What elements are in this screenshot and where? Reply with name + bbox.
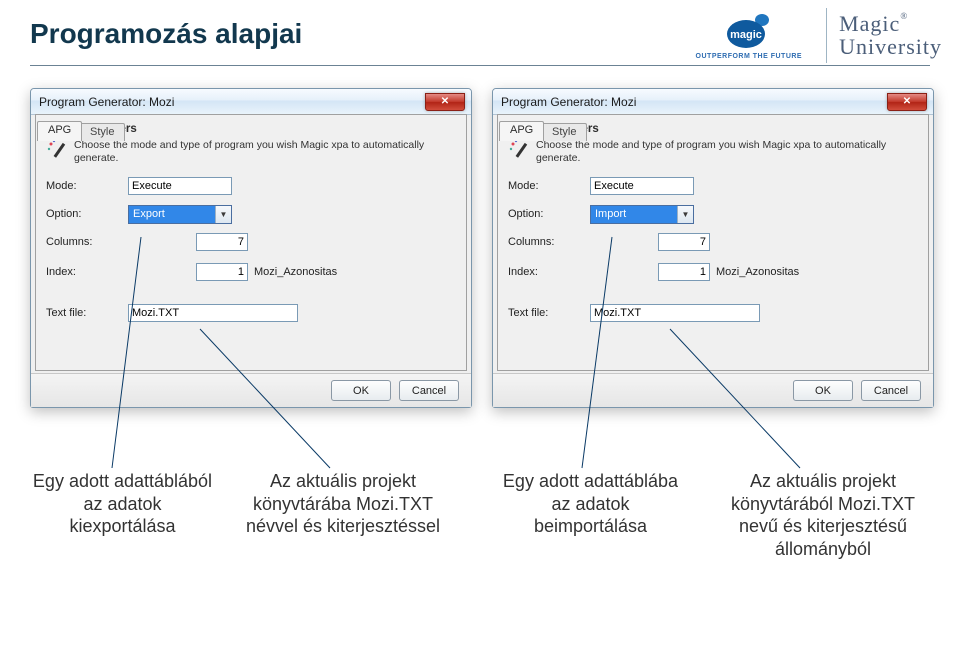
tab-style[interactable]: Style — [79, 123, 125, 141]
option-value: Import — [591, 206, 677, 223]
index-number-field[interactable] — [196, 263, 248, 281]
tab-style[interactable]: Style — [541, 123, 587, 141]
section-description: Choose the mode and type of program you … — [536, 139, 918, 164]
dialog-title: Program Generator: Mozi — [39, 95, 425, 109]
close-button[interactable]: ✕ — [887, 93, 927, 111]
magic-tagline: OUTPERFORM THE FUTURE — [696, 53, 803, 60]
magic-university-logo: Magic® University — [839, 12, 942, 58]
titlebar[interactable]: Program Generator: Mozi ✕ — [31, 89, 471, 115]
option-combo[interactable]: Import ▼ — [590, 205, 694, 224]
ok-button[interactable]: OK — [331, 380, 391, 401]
program-generator-dialog-export: Program Generator: Mozi ✕ APG Style APG … — [30, 88, 472, 408]
index-label: Index: — [508, 266, 590, 278]
mode-field[interactable] — [590, 177, 694, 195]
textfile-field[interactable] — [128, 304, 298, 322]
wand-icon — [508, 139, 530, 161]
index-name: Mozi_Azonositas — [248, 266, 456, 278]
columns-label: Columns: — [46, 236, 128, 248]
index-name: Mozi_Azonositas — [710, 266, 918, 278]
close-icon: ✕ — [903, 96, 911, 107]
program-generator-dialog-import: Program Generator: Mozi ✕ APG Style APG … — [492, 88, 934, 408]
svg-text:magic: magic — [730, 29, 762, 41]
caption-export-file: Az aktuális projekt könyvtárába Mozi.TXT… — [243, 470, 443, 560]
close-button[interactable]: ✕ — [425, 93, 465, 111]
chevron-down-icon: ▼ — [215, 206, 231, 223]
option-label: Option: — [46, 208, 128, 220]
dialog-footer: OK Cancel — [31, 373, 471, 407]
caption-import-file: Az aktuális projekt könyvtárából Mozi.TX… — [718, 470, 928, 560]
mode-label: Mode: — [46, 180, 128, 192]
index-number-field[interactable] — [658, 263, 710, 281]
option-label: Option: — [508, 208, 590, 220]
dialog-title: Program Generator: Mozi — [501, 95, 887, 109]
magic-logo: magic OUTPERFORM THE FUTURE — [696, 11, 803, 60]
option-combo[interactable]: Export ▼ — [128, 205, 232, 224]
logo-divider — [826, 8, 827, 63]
magic-logo-icon: magic — [722, 11, 776, 51]
tab-apg[interactable]: APG — [37, 121, 82, 141]
dialog-footer: OK Cancel — [493, 373, 933, 407]
caption-import-table: Egy adott adattáblába az adatok beimport… — [498, 470, 683, 560]
columns-field[interactable] — [196, 233, 248, 251]
close-icon: ✕ — [441, 96, 449, 107]
captions-row: Egy adott adattáblából az adatok kiexpor… — [0, 470, 960, 560]
header-logos: magic OUTPERFORM THE FUTURE Magic® Unive… — [696, 4, 942, 66]
tab-panel-apg: APG Parameters Choose the mode and type … — [35, 114, 467, 371]
wand-icon — [46, 139, 68, 161]
option-value: Export — [129, 206, 215, 223]
ok-button[interactable]: OK — [793, 380, 853, 401]
tab-apg[interactable]: APG — [499, 121, 544, 141]
mode-label: Mode: — [508, 180, 590, 192]
columns-field[interactable] — [658, 233, 710, 251]
section-description: Choose the mode and type of program you … — [74, 139, 456, 164]
cancel-button[interactable]: Cancel — [399, 380, 459, 401]
textfile-label: Text file: — [508, 307, 590, 319]
tab-panel-apg: APG Parameters Choose the mode and type … — [497, 114, 929, 371]
chevron-down-icon: ▼ — [677, 206, 693, 223]
textfile-field[interactable] — [590, 304, 760, 322]
page-title: Programozás alapjai — [30, 18, 302, 50]
columns-label: Columns: — [508, 236, 590, 248]
textfile-label: Text file: — [46, 307, 128, 319]
mode-field[interactable] — [128, 177, 232, 195]
titlebar[interactable]: Program Generator: Mozi ✕ — [493, 89, 933, 115]
caption-export-table: Egy adott adattáblából az adatok kiexpor… — [30, 470, 215, 560]
index-label: Index: — [46, 266, 128, 278]
cancel-button[interactable]: Cancel — [861, 380, 921, 401]
